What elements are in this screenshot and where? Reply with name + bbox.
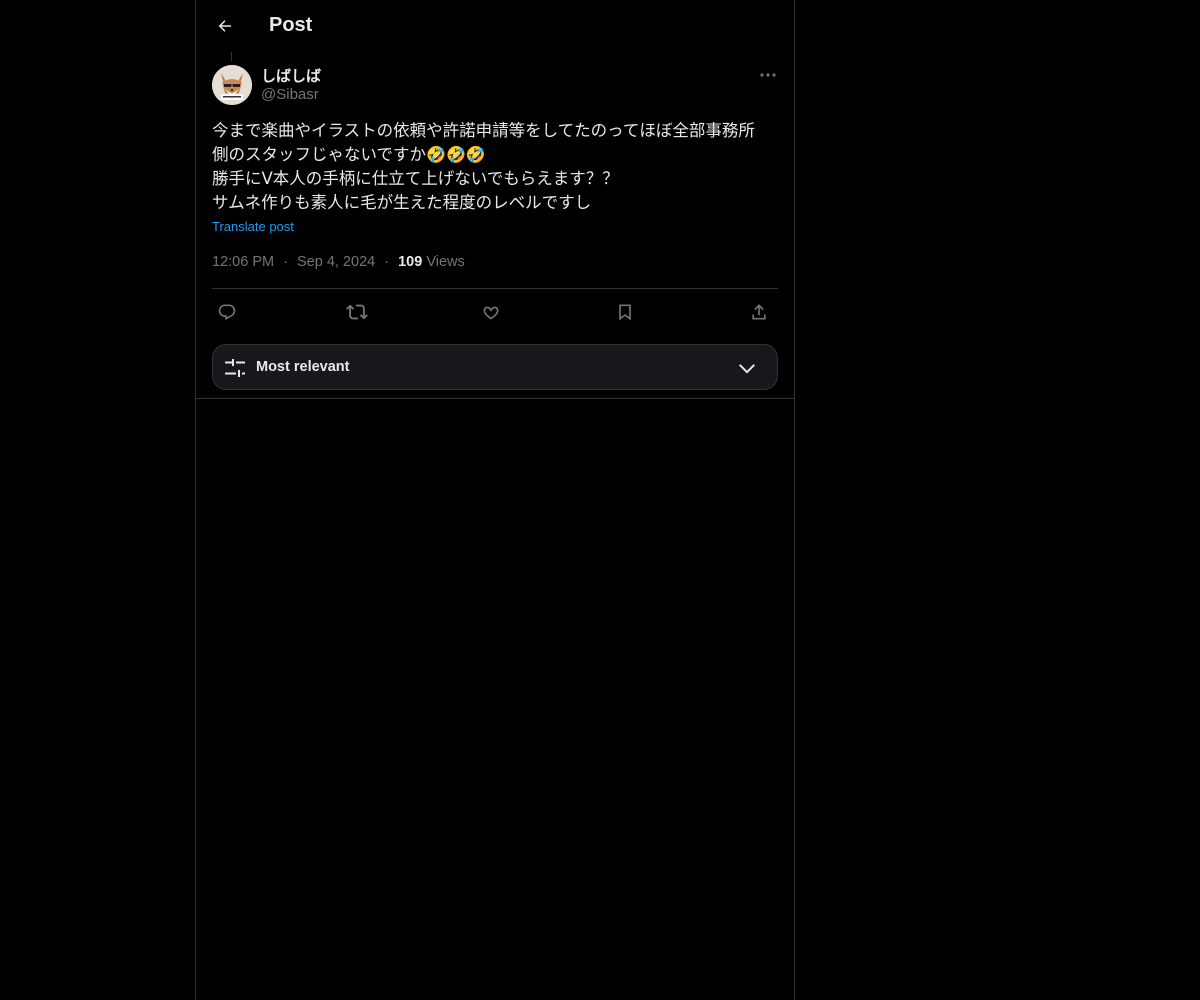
fox-avatar-icon bbox=[212, 65, 252, 105]
chevron-down-icon bbox=[739, 364, 755, 374]
post-date[interactable]: Sep 4, 2024 bbox=[297, 254, 375, 270]
sort-label: Most relevant bbox=[256, 359, 350, 375]
reply-icon bbox=[218, 304, 236, 321]
reply-button[interactable] bbox=[212, 298, 242, 326]
reply-sort-dropdown[interactable]: Most relevant bbox=[212, 344, 778, 390]
page-title: Post bbox=[269, 14, 313, 36]
more-dots-icon bbox=[760, 73, 776, 77]
post-text-line: サムネ作りも素人に毛が生えた程度のレベルですし bbox=[212, 193, 592, 212]
repost-button[interactable] bbox=[342, 298, 372, 326]
section-divider bbox=[196, 398, 794, 399]
post-text-line: 勝手にV本人の手柄に仕立て上げないでもらえます？？ bbox=[212, 169, 619, 188]
bookmark-icon bbox=[619, 304, 631, 321]
sliders-icon bbox=[225, 359, 245, 377]
share-icon bbox=[752, 304, 766, 320]
post-text-line: 側のスタッフじゃないですか bbox=[212, 145, 427, 164]
post-text: 今まで楽曲やイラストの依頼や許諾申請等をしてたのってほぼ全部事務所 側のスタッフ… bbox=[212, 119, 782, 215]
views-count: 109 bbox=[398, 254, 423, 270]
share-button[interactable] bbox=[744, 298, 774, 326]
post-text-line-with-emoji: 側のスタッフじゃないですか🤣🤣🤣 bbox=[212, 143, 782, 167]
divider bbox=[212, 288, 778, 289]
post-time[interactable]: 12:06 PM bbox=[212, 254, 274, 270]
bookmark-button[interactable] bbox=[610, 298, 640, 326]
repost-icon bbox=[346, 304, 368, 320]
more-options-button[interactable] bbox=[755, 63, 781, 87]
back-button[interactable] bbox=[208, 9, 242, 43]
meta-separator: · bbox=[283, 254, 288, 270]
rofl-emoji: 🤣🤣🤣 bbox=[426, 145, 486, 164]
meta-separator: · bbox=[384, 254, 390, 270]
like-button[interactable] bbox=[476, 298, 506, 326]
post-text-line: 今まで楽曲やイラストの依頼や許諾申請等をしてたのってほぼ全部事務所 bbox=[212, 121, 755, 140]
thread-connector-line bbox=[231, 52, 232, 61]
post-actions-bar bbox=[212, 298, 778, 326]
views-label: Views bbox=[426, 254, 465, 270]
post-metadata: 12:06 PM · Sep 4, 2024 · 109 Views bbox=[212, 254, 465, 270]
post-detail-column: Post しばしば @Sibasr 今まで楽曲やイラストの依頼や許諾申請等をして… bbox=[195, 0, 795, 1000]
author-display-name[interactable]: しばしば bbox=[261, 65, 321, 86]
author-handle[interactable]: @Sibasr bbox=[261, 86, 319, 103]
like-icon bbox=[483, 306, 499, 320]
header: Post bbox=[196, 0, 794, 53]
translate-post-link[interactable]: Translate post bbox=[212, 219, 294, 234]
avatar[interactable] bbox=[212, 65, 252, 105]
arrow-left-icon bbox=[218, 20, 231, 32]
